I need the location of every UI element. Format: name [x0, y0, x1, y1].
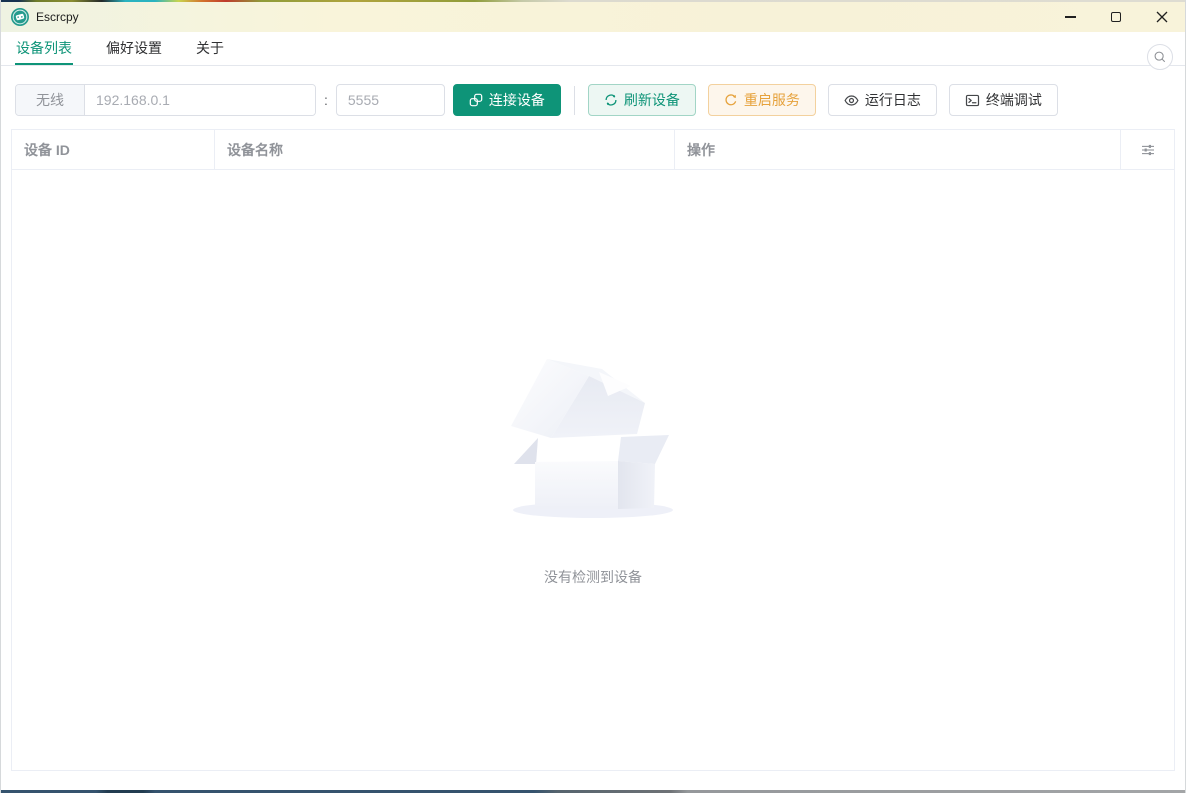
refresh-devices-button[interactable]: 刷新设备: [587, 84, 696, 116]
toolbar-divider: [573, 85, 575, 115]
ip-input[interactable]: [85, 85, 315, 115]
link-icon: [469, 93, 483, 107]
toolbar: 无线 : 连接设备: [1, 66, 1185, 116]
escrcpy-window: Escrcpy 设备列表 偏好设置 关于 无线 192.168.0.1: 55…: [0, 0, 1186, 793]
run-logs-button[interactable]: 运行日志: [827, 84, 937, 116]
maximize-icon: [1111, 12, 1121, 22]
empty-box-illustration: [511, 358, 673, 518]
window-controls: [1047, 2, 1185, 32]
refresh-arrows-icon: [605, 94, 617, 106]
minimize-icon: [1064, 16, 1076, 18]
port-separator: :: [324, 92, 328, 108]
tab-preferences[interactable]: 偏好设置: [105, 32, 163, 65]
tabs: 设备列表 偏好设置 关于: [1, 32, 257, 65]
tab-about[interactable]: 关于: [195, 32, 225, 65]
device-list-panel: 无线 : 连接设备: [1, 66, 1185, 790]
search-icon: [1154, 51, 1166, 63]
eye-icon: [844, 94, 859, 106]
connect-device-button[interactable]: 连接设备: [452, 84, 561, 116]
port-input[interactable]: [335, 84, 445, 116]
tab-bar: 设备列表 偏好设置 关于: [1, 32, 1185, 71]
window-title: Escrcpy: [36, 10, 79, 24]
column-header-device-name: 设备名称: [215, 130, 675, 169]
column-header-device-id: 设备 ID: [12, 130, 215, 169]
restart-service-button[interactable]: 重启服务: [707, 84, 816, 116]
column-settings-button[interactable]: [1121, 130, 1174, 169]
titlebar: Escrcpy: [1, 2, 1185, 32]
tab-device-list[interactable]: 设备列表: [15, 32, 73, 65]
terminal-window-icon: [965, 94, 980, 106]
empty-state: 没有检测到设备: [511, 354, 675, 587]
wireless-mode-label: 无线: [16, 85, 85, 115]
toolbar-actions: 刷新设备 重启服务 运行日志 终端调试: [587, 84, 1058, 116]
device-table: 设备 ID 设备名称 操作 没有检测到设备: [11, 129, 1175, 771]
maximize-button[interactable]: [1093, 2, 1139, 32]
close-button[interactable]: [1139, 2, 1185, 32]
close-icon: [1156, 11, 1168, 23]
sliders-icon: [1141, 144, 1154, 155]
terminal-debug-button[interactable]: 终端调试: [948, 84, 1058, 116]
empty-state-description: 没有检测到设备: [544, 568, 642, 585]
refresh-right-icon: [725, 94, 737, 106]
column-header-actions: 操作: [675, 130, 1121, 169]
minimize-button[interactable]: [1047, 2, 1093, 32]
table-body: 没有检测到设备: [12, 170, 1174, 770]
table-header: 设备 ID 设备名称 操作: [12, 130, 1174, 170]
wireless-address-group: 无线: [15, 84, 316, 116]
app-logo-icon: [11, 8, 29, 26]
